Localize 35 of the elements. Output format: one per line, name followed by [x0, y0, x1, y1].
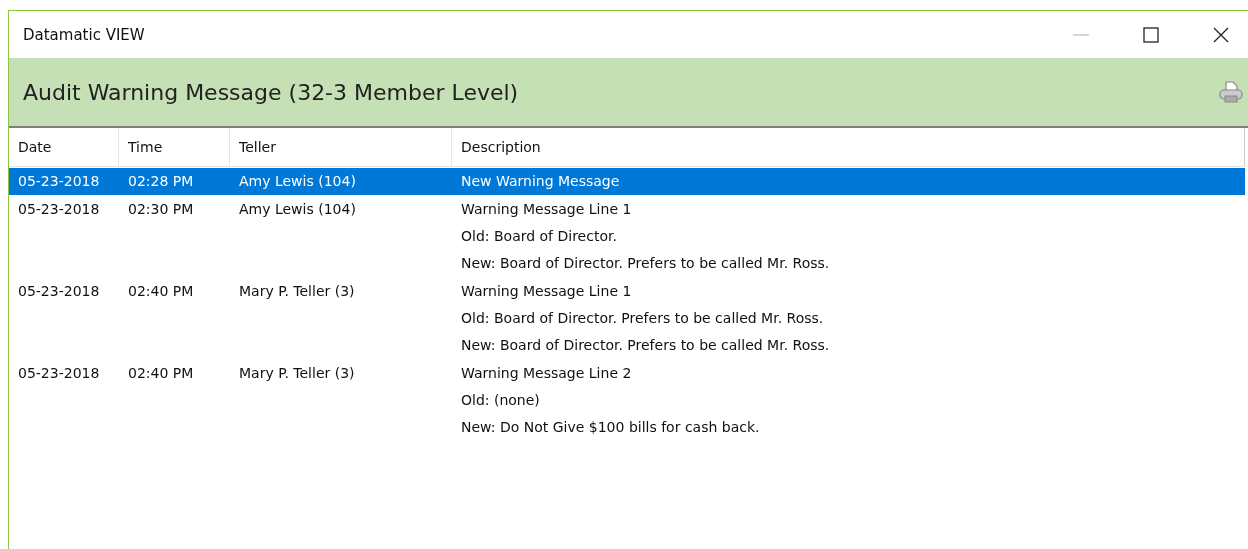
table-row[interactable]: 05-23-2018 02:28 PM Amy Lewis (104) New Warning Message: [9, 168, 1245, 195]
table-cell-text: Warning Message Line 2: [461, 364, 632, 383]
table-cell: Mary P. Teller (3): [239, 283, 355, 299]
table-cell: 02:30 PM: [128, 201, 194, 217]
table-row[interactable]: 05-23-2018 02:40 PM Mary P. Teller (3) Warning Message Line 1 Old: Board of Director. Prefers to be called Mr. Ross. New: Board of Director. Prefers to be called Mr. Ross.: [9, 278, 1245, 359]
table-cell: Amy Lewis (104): [239, 173, 356, 189]
header-title: Audit Warning Message (32-3 Member Level): [23, 79, 519, 105]
table-cell: 05-23-2018: [18, 201, 100, 217]
table-cell: Amy Lewis (104): [239, 201, 356, 217]
table-cell-text: New: Board of Director. Prefers to be called Mr. Ross.: [461, 336, 830, 355]
table-cell: 05-23-2018: [18, 365, 100, 381]
table-cell-text: Old: (none): [461, 391, 540, 410]
table-cell-text: New: Do Not Give $100 bills for cash back.: [461, 418, 760, 437]
table-cell-text: Warning Message Line 1: [461, 282, 632, 301]
table-cell: 05-23-2018: [18, 173, 100, 189]
column-header[interactable]: Teller: [230, 128, 452, 166]
maximize-icon[interactable]: [1142, 25, 1160, 44]
column-header[interactable]: Date: [9, 128, 119, 166]
column-header[interactable]: Description: [452, 128, 1245, 166]
table-cell: 02:40 PM: [128, 365, 194, 381]
table-cell-text: New: Board of Director. Prefers to be called Mr. Ross.: [461, 254, 830, 273]
table-cell: 02:40 PM: [128, 283, 194, 299]
table-cell: 02:28 PM: [128, 173, 194, 189]
table-cell: 05-23-2018: [18, 283, 100, 299]
window-title: Datamatic VIEW: [22, 25, 145, 44]
table-row[interactable]: 05-23-2018 02:40 PM Mary P. Teller (3) Warning Message Line 2 Old: (none) New: Do Not Give $100 bills for cash back.: [9, 360, 1245, 441]
table-cell-text: Warning Message Line 1: [461, 200, 632, 219]
table-cell-text: Old: Board of Director.: [461, 227, 617, 246]
table-cell-text: Old: Board of Director. Prefers to be called Mr. Ross.: [461, 309, 824, 328]
table-cell: Mary P. Teller (3): [239, 365, 355, 381]
column-header[interactable]: Time: [119, 128, 230, 166]
printer-icon[interactable]: [1218, 79, 1244, 105]
close-icon[interactable]: [1212, 25, 1230, 44]
table-row[interactable]: 05-23-2018 02:30 PM Amy Lewis (104) Warning Message Line 1 Old: Board of Director. New: Board of Director. Prefers to be called Mr. Ross.: [9, 196, 1245, 277]
table-cell-text: New Warning Message: [461, 172, 620, 191]
